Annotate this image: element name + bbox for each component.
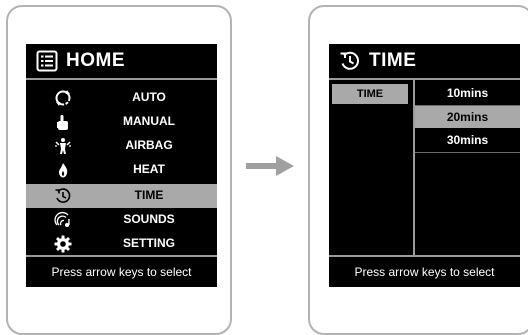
home-footer: Press arrow keys to select [26,255,217,287]
menu-item-label: AIRBAG [125,138,173,152]
time-option-20mins[interactable]: 20mins [415,106,520,128]
body-icon [55,138,71,154]
menu-item-auto[interactable]: AUTO [26,86,217,110]
footer-hint: Press arrow keys to select [354,265,495,279]
time-screen: TIME TIME 10mins 20mins 30mins Press arr… [329,44,520,287]
menu-item-label: AUTO [132,90,166,104]
home-header: HOME [26,44,217,80]
menu-item-label: SOUNDS [123,212,175,226]
menu-item-sounds[interactable]: SOUNDS [26,208,217,232]
home-title: HOME [66,50,125,71]
option-divider [415,152,520,153]
time-footer: Press arrow keys to select [329,255,520,287]
hand-icon [57,115,68,130]
flame-icon [58,163,68,178]
sound-icon [54,211,70,227]
time-option-10mins[interactable]: 10mins [415,82,520,104]
menu-item-setting[interactable]: SETTING [26,232,217,256]
time-header: TIME [329,44,520,80]
time-option-30mins[interactable]: 30mins [415,129,520,151]
menu-item-label: TIME [134,188,164,202]
menu-item-manual[interactable]: MANUAL [26,110,217,134]
clock-icon [340,51,359,70]
gear-icon [54,235,72,253]
arrow-right-icon [246,156,294,176]
time-title: TIME [369,50,417,71]
time-category-item[interactable]: TIME [332,84,408,104]
time-category-column: TIME [329,80,413,257]
footer-hint: Press arrow keys to select [51,265,192,279]
home-screen: HOME AUTO MANUAL AIRBAG HEAT TIME SOUNDS… [26,44,217,287]
menu-item-heat[interactable]: HEAT [26,158,217,182]
menu-item-label: SETTING [122,236,175,250]
menu-item-label: HEAT [133,162,165,176]
cycle-icon [55,90,71,106]
clock-icon [55,188,71,203]
menu-item-label: MANUAL [123,114,175,128]
menu-item-airbag[interactable]: AIRBAG [26,134,217,158]
list-icon [36,50,58,72]
menu-item-time[interactable]: TIME [26,184,217,208]
